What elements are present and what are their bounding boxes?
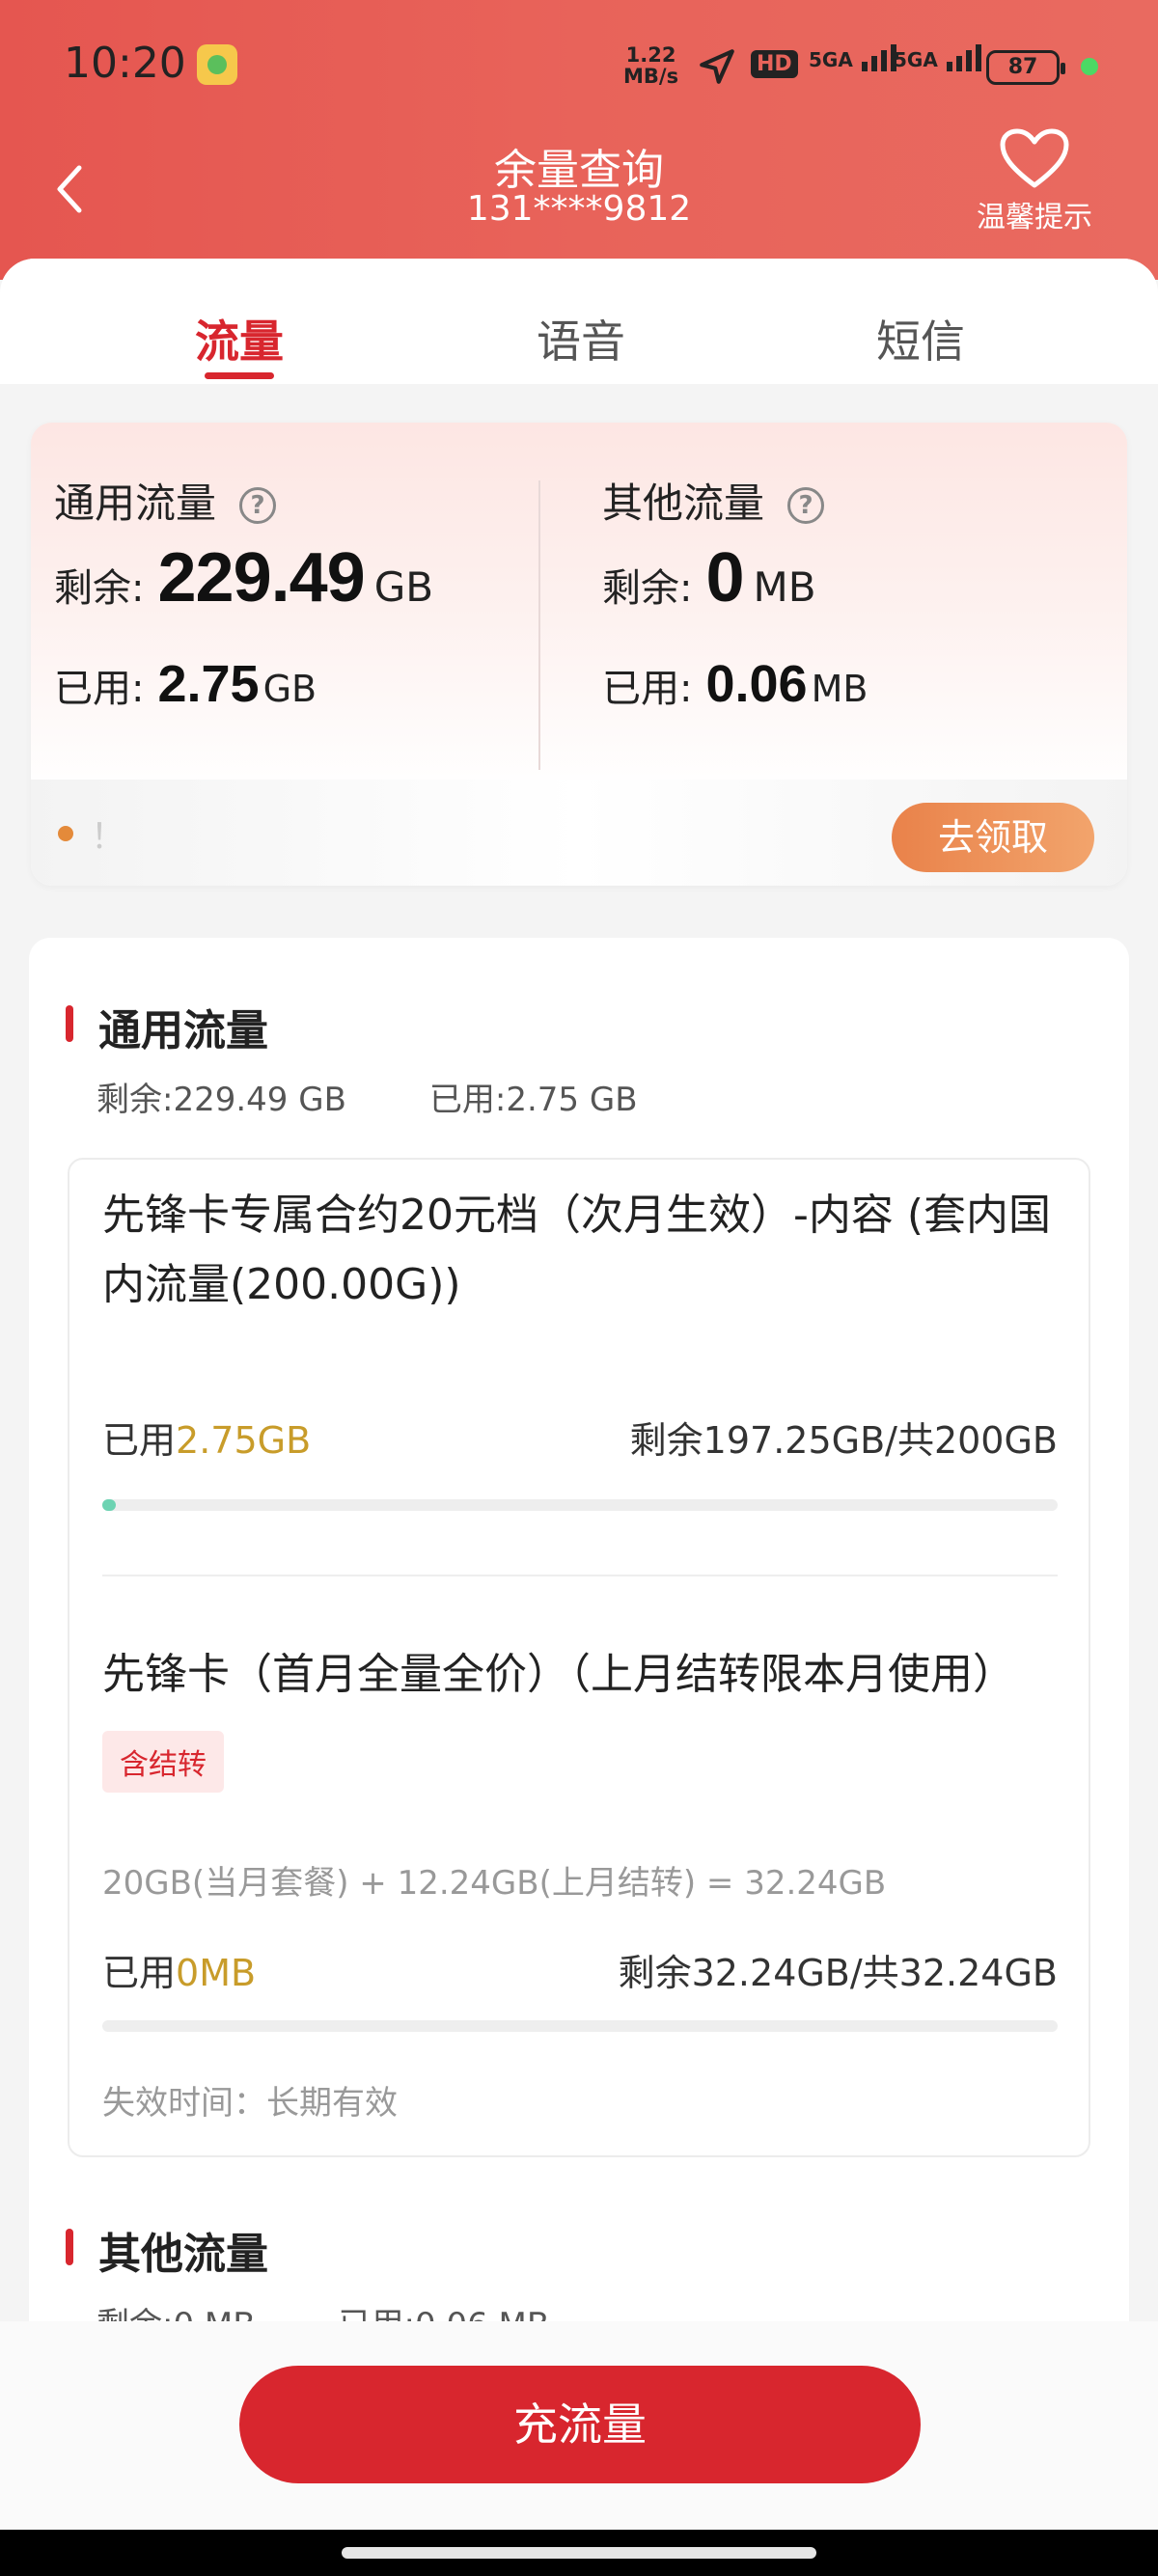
other-remain-row: 剩余: 0 MB: [602, 538, 816, 617]
general-remain-unit: GB: [373, 563, 434, 611]
home-indicator[interactable]: [342, 2547, 816, 2559]
progress-fill: [102, 1499, 116, 1511]
app-header: 10:20 1.22 MB/s HD 5GA 5GA 87 余量查询 131**…: [0, 0, 1158, 280]
general-data-summary: 通用流量? 剩余: 229.49 GB 已用: 2.75 GB: [31, 423, 571, 789]
location-arrow-icon: [700, 49, 734, 84]
net-speed-unit: MB/s: [623, 65, 679, 88]
other-used-value: 0.06: [705, 655, 808, 713]
signal-indicator-1: 5GA: [809, 44, 896, 71]
claim-text: ！: [91, 817, 126, 857]
remain-label: 剩余:: [602, 566, 693, 611]
package-progress-bar: [102, 2020, 1058, 2032]
warm-tips-label: 温馨提示: [977, 201, 1092, 234]
package-name: 先锋卡专属合约20元档（次月生效）-内容 (套内国内流量(200.00G)): [102, 1191, 1052, 1309]
other-remain-unit: MB: [753, 563, 816, 611]
used-label: 已用:: [54, 667, 145, 711]
signal-1-label: 5GA: [809, 48, 853, 71]
signal-bars-icon: [946, 44, 981, 71]
claim-button[interactable]: 去领取: [892, 803, 1094, 872]
recharge-data-button[interactable]: 充流量: [239, 2366, 921, 2483]
package-progress-bar: [102, 1499, 1058, 1511]
tab-voice[interactable]: 语音: [537, 307, 625, 370]
signal-2-label: 5GA: [894, 48, 938, 71]
general-used-value: 2.75: [157, 655, 260, 713]
tab-data[interactable]: 流量: [195, 307, 284, 370]
general-section-stats: 剩余:229.49 GB 已用:2.75 GB: [96, 1073, 638, 1120]
package-formula: 20GB(当月套餐) + 12.24GB(上月结转) = 32.24GB: [102, 1864, 887, 1903]
general-section-remain: 剩余:229.49 GB: [96, 1081, 346, 1119]
package-name: 先锋卡（首月全量全价）（上月结转限本月使用）: [102, 1650, 1015, 1699]
other-used-unit: MB: [811, 668, 868, 710]
other-remain-value: 0: [705, 539, 744, 617]
used-value: 2.75GB: [176, 1419, 312, 1462]
remain-label: 剩余:: [54, 566, 145, 611]
general-used-row: 已用: 2.75 GB: [54, 654, 317, 714]
package-usage-row: 已用0MB 剩余32.24GB/共32.24GB: [102, 1943, 1058, 1996]
signal-bars-icon: [861, 44, 896, 71]
help-icon[interactable]: ?: [787, 487, 825, 524]
general-data-title: 通用流量?: [54, 471, 277, 530]
used-label: 已用:: [602, 667, 693, 711]
warm-tips-button[interactable]: 温馨提示: [967, 127, 1102, 235]
tab-bar: 流量 语音 短信: [0, 259, 1158, 384]
general-used-unit: GB: [262, 668, 317, 710]
claim-dot-icon: [58, 826, 73, 841]
content-sheet: 流量 语音 短信 通用流量? 剩余: 229.49 GB 已用: 2.75 GB 其他流…: [0, 259, 1158, 2576]
tab-sms[interactable]: 短信: [876, 307, 965, 370]
battery-indicator: 87: [986, 50, 1065, 85]
status-bar: 10:20 1.22 MB/s HD 5GA 5GA 87: [0, 0, 1158, 135]
other-data-summary: 其他流量? 剩余: 0 MB 已用: 0.06 MB: [579, 423, 1119, 789]
package-used: 已用0MB: [102, 1943, 256, 1996]
other-data-title-text: 其他流量: [602, 480, 765, 527]
summary-divider: [538, 480, 540, 770]
package-remain: 剩余197.25GB/共200GB: [629, 1419, 1058, 1462]
hd-voice-badge: HD: [751, 50, 798, 78]
status-time: 10:20: [64, 39, 186, 88]
system-nav-bar: [0, 2530, 1158, 2576]
used-label: 已用: [102, 1419, 177, 1462]
heart-icon: [1000, 128, 1069, 188]
tab-active-indicator: [205, 372, 274, 379]
general-remain-value: 229.49: [157, 539, 365, 617]
used-label: 已用: [102, 1952, 177, 1994]
signal-indicator-2: 5GA: [894, 44, 981, 71]
bottom-action-bar: 充流量: [0, 2321, 1158, 2530]
privacy-dot: [1081, 58, 1098, 75]
package-used: 已用2.75GB: [102, 1411, 311, 1464]
general-remain-row: 剩余: 229.49 GB: [54, 538, 433, 617]
carryover-tag: 含结转: [102, 1731, 224, 1793]
general-data-title-text: 通用流量: [54, 480, 217, 527]
package-divider: [102, 1575, 1058, 1576]
usage-summary-card: 通用流量? 剩余: 229.49 GB 已用: 2.75 GB 其他流量? 剩余: 0 MB…: [31, 423, 1127, 886]
music-app-icon: [197, 44, 237, 85]
package-expire: 失效时间：长期有效: [102, 2084, 398, 2123]
net-speed-value: 1.22: [625, 43, 676, 67]
help-icon[interactable]: ?: [239, 487, 277, 524]
other-data-title: 其他流量?: [602, 471, 825, 530]
other-used-row: 已用: 0.06 MB: [602, 654, 868, 714]
claim-banner: ！ 去领取: [31, 780, 1127, 886]
general-section-title: 通用流量: [66, 996, 268, 1057]
package-usage-row: 已用2.75GB 剩余197.25GB/共200GB: [102, 1411, 1058, 1464]
package-list: 先锋卡专属合约20元档（次月生效）-内容 (套内国内流量(200.00G)) 已…: [68, 1158, 1090, 2157]
net-speed: 1.22 MB/s: [623, 44, 678, 87]
used-value: 0MB: [176, 1952, 257, 1994]
package-remain: 剩余32.24GB/共32.24GB: [618, 1952, 1058, 1994]
other-section-title: 其他流量: [66, 2219, 268, 2281]
general-section-used: 已用:2.75 GB: [428, 1081, 638, 1119]
